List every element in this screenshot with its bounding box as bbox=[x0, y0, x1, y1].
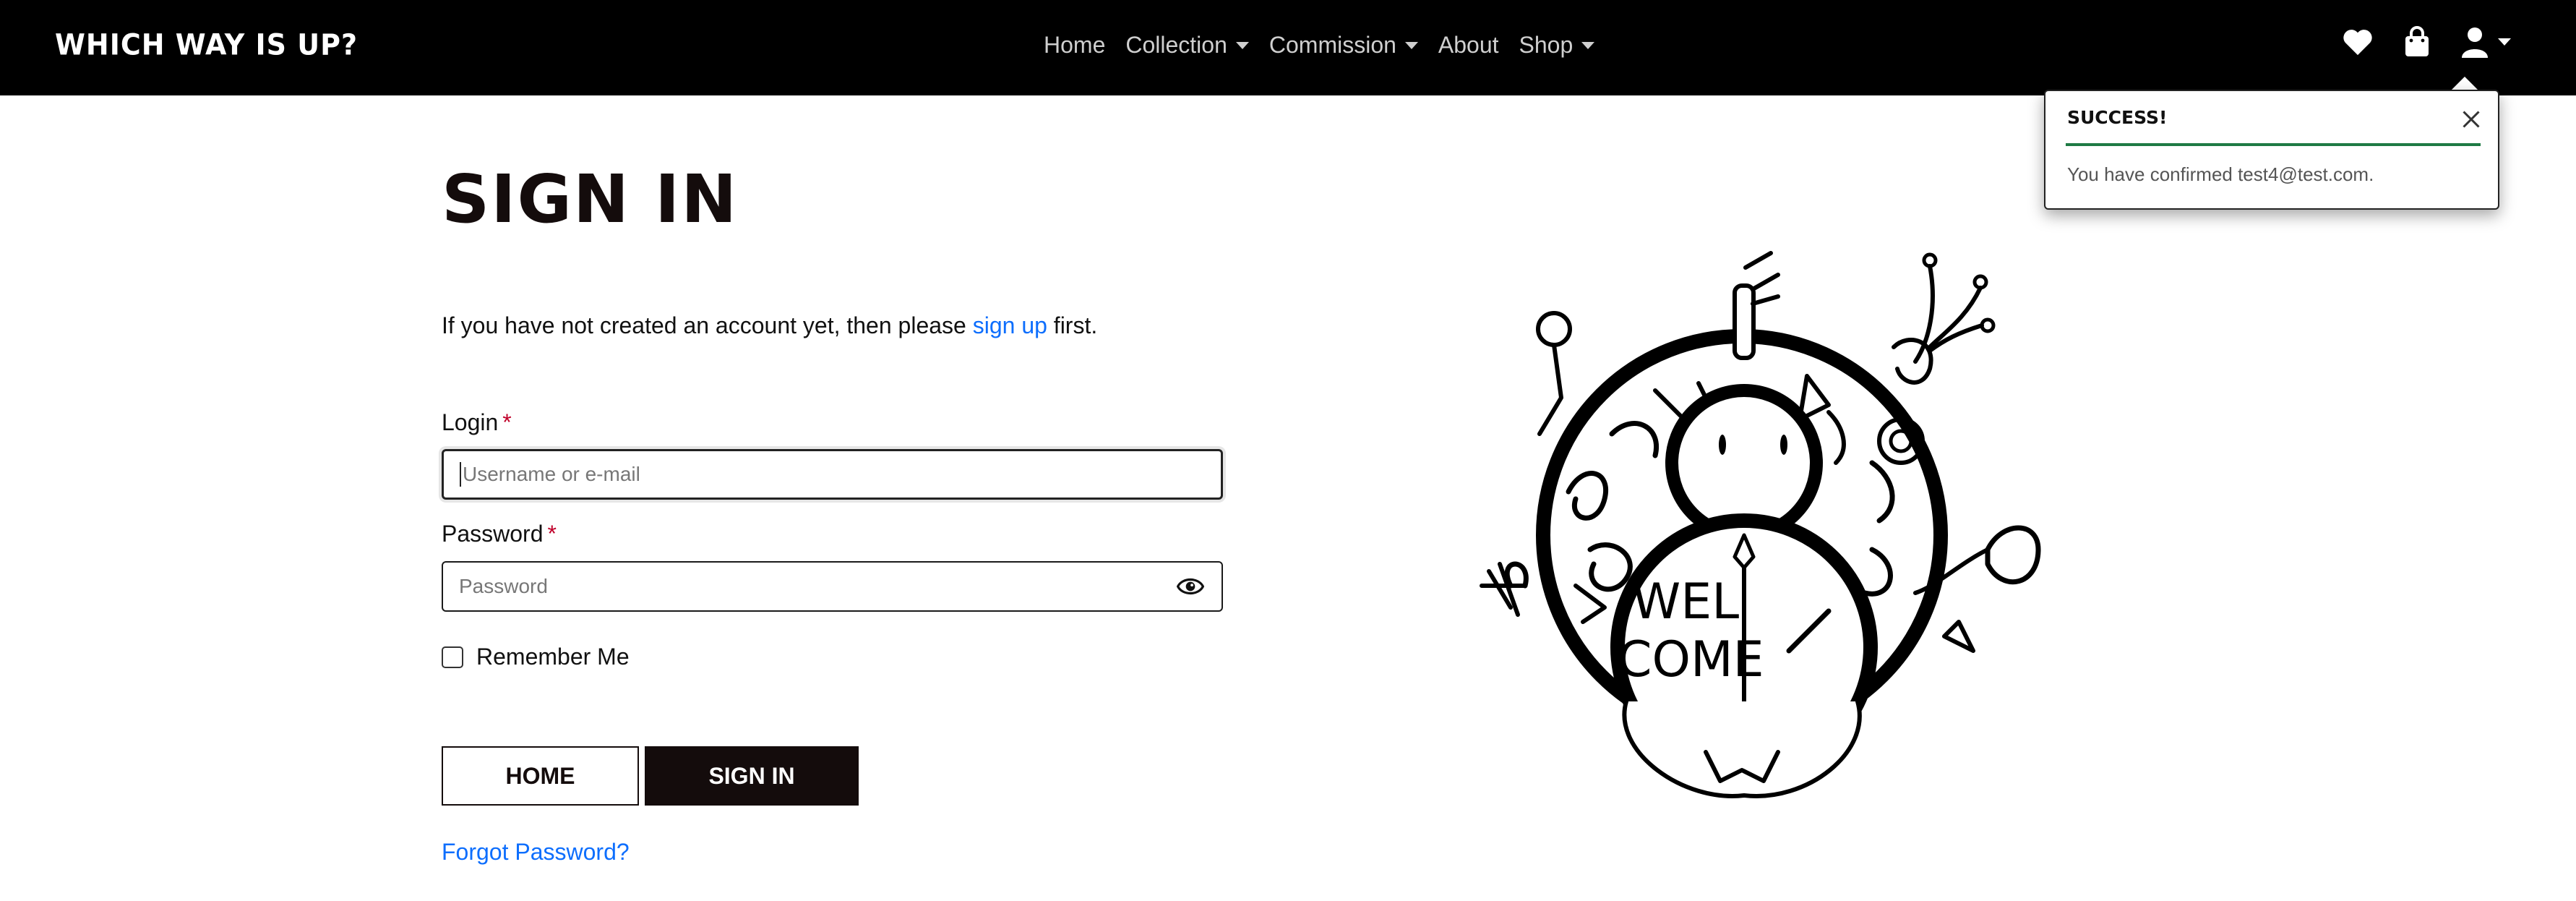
page-title: SIGN IN bbox=[442, 161, 739, 238]
required-mark: * bbox=[547, 521, 557, 547]
nav-icons bbox=[2313, 26, 2511, 58]
nav-about-label: About bbox=[1438, 32, 1499, 58]
eye-icon[interactable] bbox=[1176, 576, 1205, 602]
nav-links: Home Collection Commission About Shop bbox=[1044, 32, 1615, 59]
caret-down-icon bbox=[1581, 41, 1595, 49]
welcome-text-line1: WEL bbox=[1632, 573, 1739, 631]
nav-commission-dropdown[interactable]: Commission bbox=[1269, 32, 1418, 59]
caret-down-icon bbox=[2498, 38, 2511, 46]
heart-icon[interactable] bbox=[2342, 27, 2374, 56]
remember-me-row[interactable]: Remember Me bbox=[442, 644, 630, 670]
toast-title: SUCCESS! bbox=[2067, 107, 2168, 128]
password-label: Password * bbox=[442, 521, 557, 547]
intro-text-after: first. bbox=[1047, 312, 1098, 338]
toast-divider bbox=[2066, 143, 2481, 146]
login-input[interactable]: Username or e-mail bbox=[442, 449, 1223, 500]
success-toast: SUCCESS! You have confirmed test4@test.c… bbox=[2044, 90, 2499, 210]
nav-shop-label: Shop bbox=[1519, 32, 1573, 58]
nav-home-label: Home bbox=[1044, 32, 1106, 58]
home-button[interactable]: HOME bbox=[442, 746, 639, 806]
sign-up-link[interactable]: sign up bbox=[973, 312, 1047, 338]
required-mark: * bbox=[502, 409, 512, 435]
nav-home[interactable]: Home bbox=[1044, 32, 1105, 59]
nav-collection-dropdown[interactable]: Collection bbox=[1125, 32, 1249, 59]
password-input[interactable]: Password bbox=[442, 561, 1223, 612]
shopping-bag-icon[interactable] bbox=[2403, 26, 2431, 58]
login-label: Login * bbox=[442, 409, 512, 436]
text-cursor bbox=[460, 462, 461, 487]
welcome-text-line2: COME bbox=[1618, 631, 1764, 688]
nav-commission-label: Commission bbox=[1268, 32, 1396, 58]
login-placeholder: Username or e-mail bbox=[463, 463, 640, 485]
login-label-text: Login bbox=[442, 409, 499, 435]
signup-prompt: If you have not created an account yet, … bbox=[442, 312, 1097, 339]
close-icon[interactable] bbox=[2460, 108, 2482, 133]
remember-me-label[interactable]: Remember Me bbox=[476, 644, 630, 670]
nav-shop-dropdown[interactable]: Shop bbox=[1519, 32, 1595, 59]
forgot-password-link[interactable]: Forgot Password? bbox=[442, 839, 630, 866]
welcome-doodle-image: WEL COME bbox=[1480, 251, 2041, 798]
remember-me-checkbox[interactable] bbox=[442, 646, 463, 668]
nav-about[interactable]: About bbox=[1438, 32, 1499, 59]
brand-logo[interactable]: WHICH WAY IS UP? bbox=[55, 28, 358, 61]
sign-in-button[interactable]: SIGN IN bbox=[645, 746, 859, 806]
caret-down-icon bbox=[1404, 41, 1418, 49]
toast-arrow bbox=[2450, 77, 2479, 91]
user-menu[interactable] bbox=[2460, 26, 2511, 58]
caret-down-icon bbox=[1235, 41, 1249, 49]
password-placeholder: Password bbox=[459, 575, 548, 597]
navbar: WHICH WAY IS UP? Home Collection Commiss… bbox=[0, 0, 2576, 95]
intro-text-before: If you have not created an account yet, … bbox=[442, 312, 973, 338]
password-label-text: Password bbox=[442, 521, 544, 547]
toast-message: You have confirmed test4@test.com. bbox=[2067, 163, 2374, 185]
user-icon bbox=[2462, 27, 2488, 58]
welcome-illustration: WEL COME bbox=[1467, 246, 2053, 810]
nav-collection-label: Collection bbox=[1125, 32, 1227, 58]
